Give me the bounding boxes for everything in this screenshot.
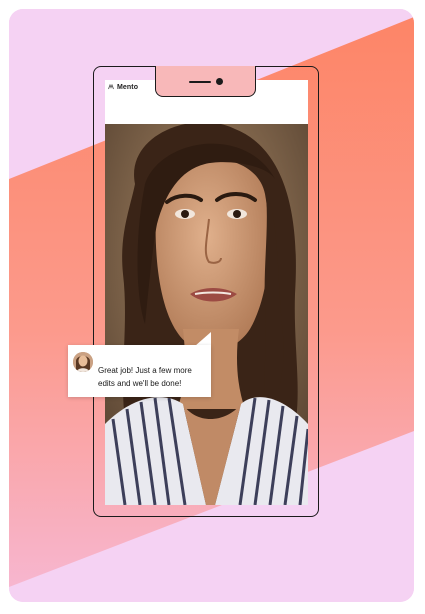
app-header: Mento xyxy=(105,80,158,94)
camera-icon xyxy=(216,78,223,85)
chat-message-text: Great job! Just a few more edits and we'… xyxy=(98,366,192,388)
mento-logo-icon xyxy=(108,84,114,90)
speaker-icon xyxy=(189,81,211,83)
coach-avatar xyxy=(73,352,93,372)
video-portrait-image xyxy=(105,124,308,505)
app-name: Mento xyxy=(117,83,139,91)
chat-bubble-tail xyxy=(195,332,211,346)
video-feed[interactable] xyxy=(105,124,308,505)
